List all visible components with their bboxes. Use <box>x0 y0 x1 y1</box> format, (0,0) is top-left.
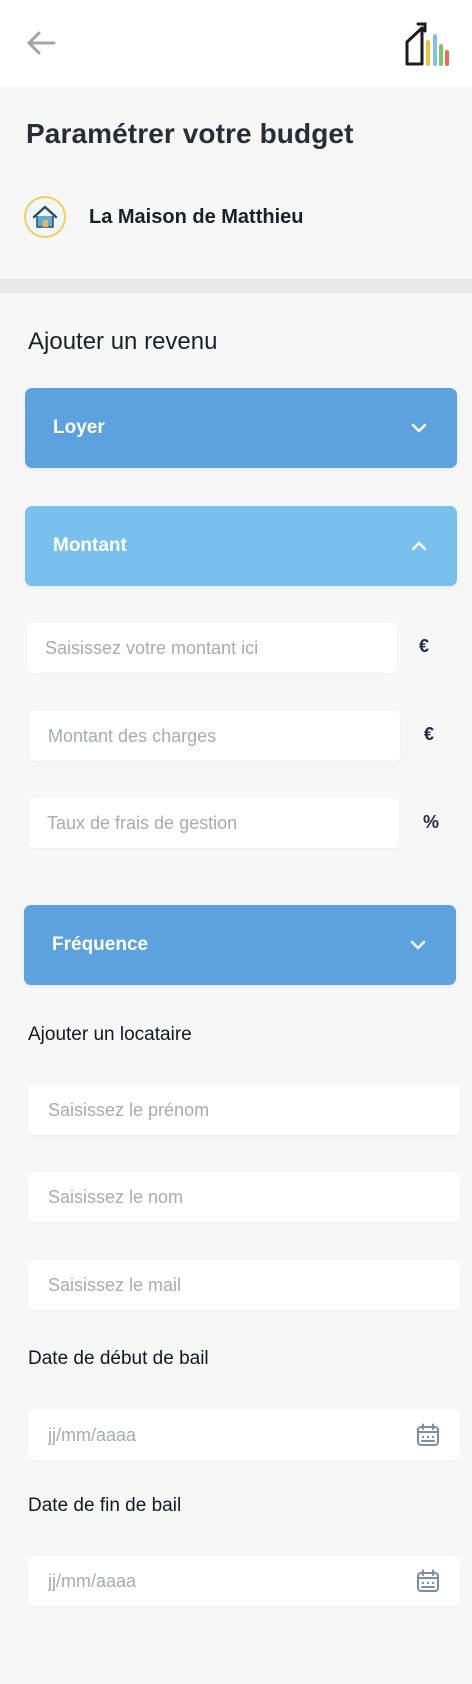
page-title: Paramétrer votre budget <box>26 118 354 149</box>
lease-start-label: Date de début de bail <box>28 1348 209 1369</box>
category-dropdown[interactable]: Loyer <box>25 388 457 468</box>
amount-accordion[interactable]: Montant <box>25 506 457 586</box>
app-logo-icon <box>405 22 449 66</box>
amount-field[interactable] <box>27 623 397 673</box>
lease-end-input[interactable] <box>48 1556 388 1606</box>
top-bar <box>0 0 472 86</box>
frequency-dropdown[interactable]: Fréquence <box>24 905 456 985</box>
chevron-up-icon <box>411 541 427 551</box>
fees-field[interactable] <box>29 798 399 848</box>
lease-end-label: Date de fin de bail <box>28 1495 182 1516</box>
lease-start-input[interactable] <box>48 1410 388 1460</box>
house-icon <box>32 205 58 228</box>
calendar-icon[interactable] <box>416 1569 440 1593</box>
amount-input[interactable] <box>45 623 397 673</box>
fees-input[interactable] <box>47 798 399 848</box>
chevron-down-icon <box>410 940 426 950</box>
frequency-label: Fréquence <box>52 934 149 955</box>
section-divider <box>0 279 472 293</box>
email-field[interactable] <box>28 1260 460 1310</box>
fees-unit: % <box>423 812 440 832</box>
tenant-section-title: Ajouter un locataire <box>28 1024 192 1045</box>
lastname-input[interactable] <box>48 1172 460 1222</box>
chevron-down-icon <box>411 423 427 433</box>
charges-input[interactable] <box>48 711 400 761</box>
firstname-field[interactable] <box>28 1085 460 1135</box>
charges-unit: € <box>424 724 435 744</box>
amount-unit: € <box>419 636 430 656</box>
arrow-left-icon[interactable] <box>24 26 58 60</box>
firstname-input[interactable] <box>48 1085 460 1135</box>
property-name: La Maison de Matthieu <box>89 206 304 228</box>
revenue-section-title: Ajouter un revenu <box>28 328 218 355</box>
charges-field[interactable] <box>30 711 400 761</box>
category-label: Loyer <box>53 417 105 438</box>
lease-end-field[interactable] <box>28 1556 460 1606</box>
email-input[interactable] <box>48 1260 460 1310</box>
amount-section-label: Montant <box>53 535 127 556</box>
calendar-icon[interactable] <box>416 1423 440 1447</box>
lease-start-field[interactable] <box>28 1410 460 1460</box>
property-avatar <box>24 196 66 238</box>
lastname-field[interactable] <box>28 1172 460 1222</box>
